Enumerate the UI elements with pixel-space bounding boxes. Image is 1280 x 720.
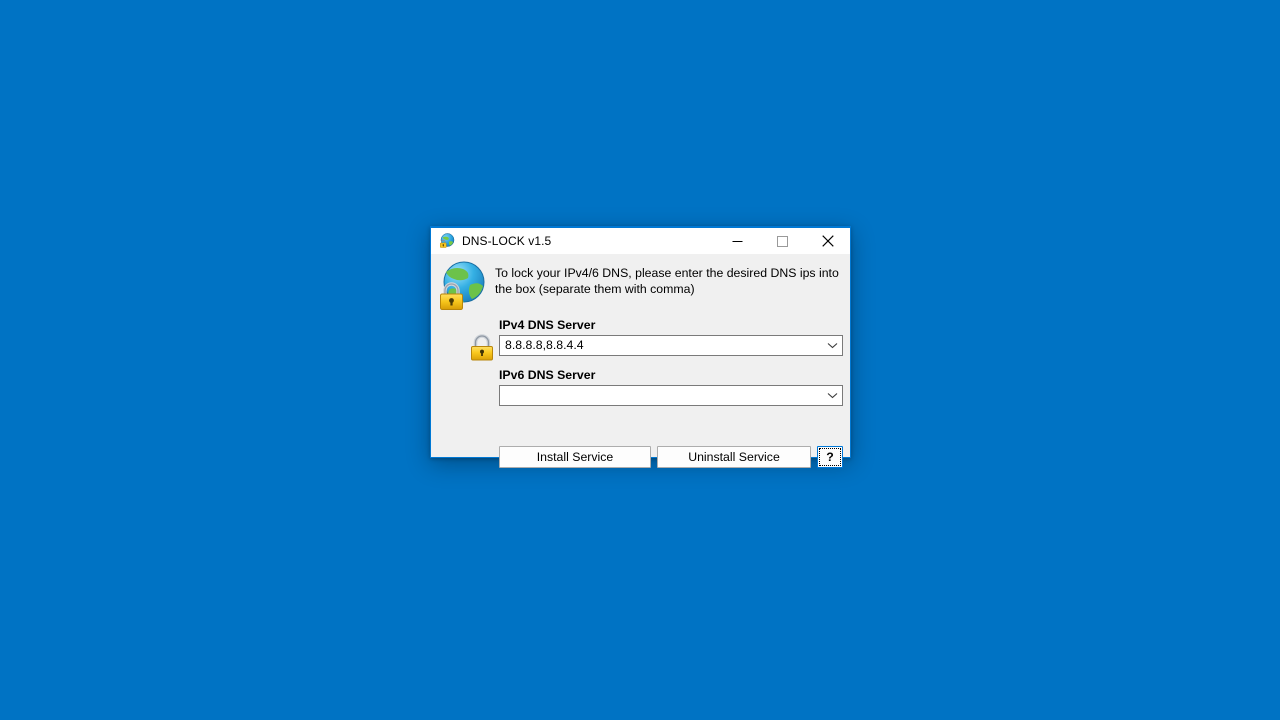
close-button[interactable] [805, 228, 850, 254]
title-bar[interactable]: DNS-LOCK v1.5 [431, 228, 850, 254]
ipv6-dns-combobox[interactable] [499, 385, 843, 406]
help-button-label: ? [819, 448, 841, 466]
install-service-button[interactable]: Install Service [499, 446, 651, 468]
chevron-down-icon[interactable] [822, 336, 842, 355]
ipv4-dns-value[interactable]: 8.8.8.8,8.8.4.4 [500, 336, 822, 355]
minimize-icon [732, 240, 743, 242]
ipv6-dns-label: IPv6 DNS Server [499, 368, 596, 382]
dns-lock-window: DNS-LOCK v1.5 To lock your IPv4/6 DNS, p… [430, 226, 851, 468]
globe-lock-icon [437, 261, 487, 311]
window-controls [715, 228, 850, 254]
padlock-icon [469, 334, 495, 362]
window-title: DNS-LOCK v1.5 [462, 234, 552, 248]
minimize-button[interactable] [715, 228, 760, 254]
chevron-down-icon[interactable] [822, 386, 842, 405]
ipv4-dns-label: IPv4 DNS Server [499, 318, 596, 332]
help-button[interactable]: ? [817, 446, 843, 468]
maximize-icon [777, 235, 788, 247]
dialog-body: To lock your IPv4/6 DNS, please enter th… [431, 254, 850, 468]
uninstall-service-button[interactable]: Uninstall Service [657, 446, 811, 468]
desktop-background: DNS-LOCK v1.5 To lock your IPv4/6 DNS, p… [0, 0, 1280, 720]
ipv4-dns-combobox[interactable]: 8.8.8.8,8.8.4.4 [499, 335, 843, 356]
globe-lock-icon [439, 233, 455, 249]
maximize-button[interactable] [760, 228, 805, 254]
description-text: To lock your IPv4/6 DNS, please enter th… [495, 266, 839, 296]
close-icon [821, 235, 834, 247]
